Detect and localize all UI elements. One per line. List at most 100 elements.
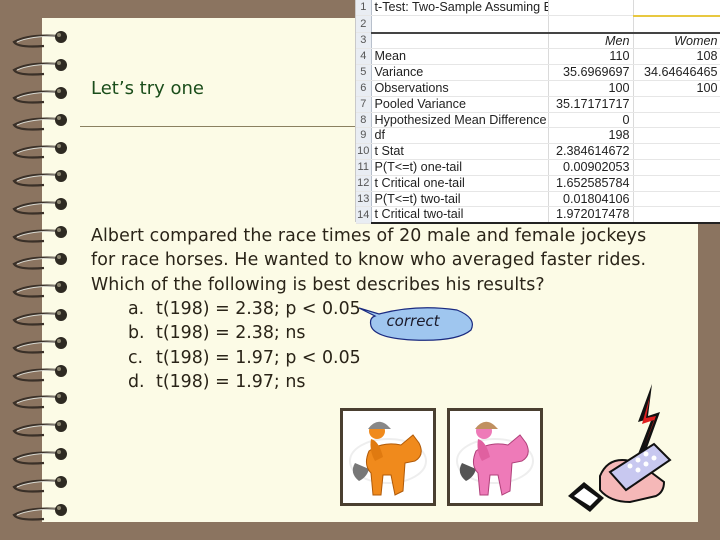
row-label[interactable]: P(T<=t) one-tail bbox=[371, 159, 549, 176]
women-value[interactable] bbox=[633, 143, 720, 160]
spiral-ring-icon bbox=[12, 253, 67, 270]
row-label[interactable]: t Critical two-tail bbox=[371, 206, 549, 225]
remote-control-hand-icon bbox=[568, 384, 672, 512]
spreadsheet-row: 12 t Critical one-tail 1.652585784 bbox=[356, 175, 720, 192]
option-c[interactable]: c. t(198) = 1.97; p < 0.05 bbox=[128, 346, 361, 370]
men-value[interactable] bbox=[548, 0, 634, 17]
option-letter: d. bbox=[128, 372, 145, 393]
t-test-spreadsheet: 1t-Test: Two-Sample Assuming Equal Varia… bbox=[355, 0, 720, 225]
women-value[interactable]: 108 bbox=[633, 48, 720, 66]
women-value[interactable] bbox=[633, 96, 720, 113]
row-label[interactable] bbox=[371, 31, 549, 50]
women-value[interactable] bbox=[633, 112, 720, 129]
spiral-ring-icon bbox=[12, 58, 67, 76]
men-value[interactable]: 35.17171717 bbox=[548, 96, 634, 113]
row-number[interactable]: 10 bbox=[356, 143, 372, 160]
row-number[interactable]: 8 bbox=[356, 112, 372, 129]
question-line: for race horses. He wanted to know who a… bbox=[91, 250, 647, 271]
spiral-ring-icon bbox=[12, 420, 67, 437]
women-value[interactable] bbox=[633, 175, 720, 192]
spreadsheet-row: 10 t Stat 2.384614672 bbox=[356, 143, 720, 160]
men-value[interactable]: 35.6969697 bbox=[548, 64, 634, 81]
option-letter: c. bbox=[128, 347, 144, 368]
women-value[interactable] bbox=[633, 0, 720, 17]
spreadsheet-row: 5 Variance 35.6969697 34.64646465 bbox=[356, 64, 720, 81]
women-value[interactable]: 34.64646465 bbox=[633, 64, 720, 81]
row-label[interactable]: P(T<=t) two-tail bbox=[371, 191, 549, 208]
men-value[interactable]: 0.01804106 bbox=[548, 191, 634, 208]
spreadsheet-row: 2 bbox=[356, 15, 720, 34]
spiral-ring-icon bbox=[12, 448, 67, 465]
spreadsheet-row: 3 Men Women bbox=[356, 31, 720, 50]
women-value[interactable] bbox=[633, 206, 720, 225]
spreadsheet-row: 9 df 198 bbox=[356, 127, 720, 145]
spiral-ring-icon bbox=[12, 392, 67, 409]
spreadsheet-row: 13 P(T<=t) two-tail 0.01804106 bbox=[356, 191, 720, 208]
men-value[interactable]: 198 bbox=[548, 127, 634, 145]
female-jockey-image bbox=[447, 408, 543, 506]
row-number[interactable]: 13 bbox=[356, 191, 372, 208]
spiral-ring-icon bbox=[12, 114, 67, 131]
men-value[interactable]: 1.652585784 bbox=[548, 175, 634, 192]
spiral-ring-icon bbox=[12, 86, 67, 104]
row-number[interactable]: 11 bbox=[356, 159, 372, 176]
row-number[interactable]: 1 bbox=[356, 0, 372, 17]
men-value[interactable]: Men bbox=[548, 31, 634, 50]
row-label[interactable]: Hypothesized Mean Difference bbox=[371, 112, 549, 129]
callout-text: correct bbox=[386, 312, 440, 330]
question-line: Albert compared the race times of 20 mal… bbox=[91, 226, 647, 246]
title-divider bbox=[80, 126, 360, 127]
row-label[interactable]: t-Test: Two-Sample Assuming Equal Varian… bbox=[371, 0, 549, 17]
spiral-ring-icon bbox=[12, 281, 67, 298]
women-value[interactable] bbox=[633, 191, 720, 208]
women-value[interactable] bbox=[633, 159, 720, 176]
spreadsheet-row: 11 P(T<=t) one-tail 0.00902053 bbox=[356, 159, 720, 176]
spiral-ring-icon bbox=[12, 142, 67, 159]
row-number[interactable]: 6 bbox=[356, 80, 372, 97]
option-text: t(198) = 2.38; ns bbox=[156, 323, 306, 344]
question-line: Which of the following is best describes… bbox=[91, 274, 545, 295]
answer-options: a. t(198) = 2.38; p < 0.05 b. t(198) = 2.3… bbox=[128, 297, 361, 395]
option-letter: b. bbox=[128, 323, 145, 344]
row-label[interactable]: Variance bbox=[371, 64, 549, 81]
row-number[interactable]: 7 bbox=[356, 96, 372, 113]
spreadsheet-row: 8 Hypothesized Mean Difference 0 bbox=[356, 112, 720, 129]
row-number[interactable]: 3 bbox=[356, 32, 372, 50]
spreadsheet-row: 7 Pooled Variance 35.17171717 bbox=[356, 96, 720, 113]
row-number[interactable]: 12 bbox=[356, 175, 372, 192]
row-label[interactable]: Observations bbox=[371, 80, 549, 97]
row-number[interactable]: 9 bbox=[356, 127, 372, 145]
question-text: Albert compared the race times of 20 mal… bbox=[91, 224, 691, 297]
men-value[interactable]: 0.00902053 bbox=[548, 159, 634, 176]
row-label[interactable]: df bbox=[371, 127, 549, 145]
option-b[interactable]: b. t(198) = 2.38; ns bbox=[128, 321, 361, 345]
row-label[interactable]: Mean bbox=[371, 48, 549, 66]
spiral-ring-icon bbox=[12, 475, 67, 493]
option-text: t(198) = 1.97; ns bbox=[156, 372, 306, 393]
row-label[interactable] bbox=[371, 15, 549, 34]
men-value[interactable]: 110 bbox=[548, 48, 634, 66]
spiral-ring-icon bbox=[12, 31, 67, 48]
row-label[interactable]: t Critical one-tail bbox=[371, 175, 549, 192]
men-value[interactable] bbox=[548, 15, 634, 34]
row-number[interactable]: 2 bbox=[356, 15, 372, 34]
men-value[interactable]: 1.972017478 bbox=[548, 206, 634, 225]
spreadsheet-row: 14 t Critical two-tail 1.972017478 bbox=[356, 206, 720, 225]
spiral-ring-icon bbox=[12, 503, 67, 521]
women-value[interactable] bbox=[633, 127, 720, 145]
women-value[interactable]: Women bbox=[633, 31, 720, 50]
women-value[interactable]: 100 bbox=[633, 80, 720, 97]
row-number[interactable]: 14 bbox=[356, 206, 372, 224]
spiral-ring-icon bbox=[12, 364, 67, 382]
women-value[interactable] bbox=[633, 15, 720, 34]
option-a[interactable]: a. t(198) = 2.38; p < 0.05 bbox=[128, 297, 361, 321]
men-value[interactable]: 2.384614672 bbox=[548, 143, 634, 160]
row-number[interactable]: 4 bbox=[356, 48, 372, 66]
row-number[interactable]: 5 bbox=[356, 64, 372, 81]
row-label[interactable]: t Stat bbox=[371, 143, 549, 160]
slide-title: Let’s try one bbox=[91, 78, 204, 99]
men-value[interactable]: 0 bbox=[548, 112, 634, 129]
option-d[interactable]: d. t(198) = 1.97; ns bbox=[128, 370, 361, 394]
men-value[interactable]: 100 bbox=[548, 80, 634, 97]
row-label[interactable]: Pooled Variance bbox=[371, 96, 549, 113]
